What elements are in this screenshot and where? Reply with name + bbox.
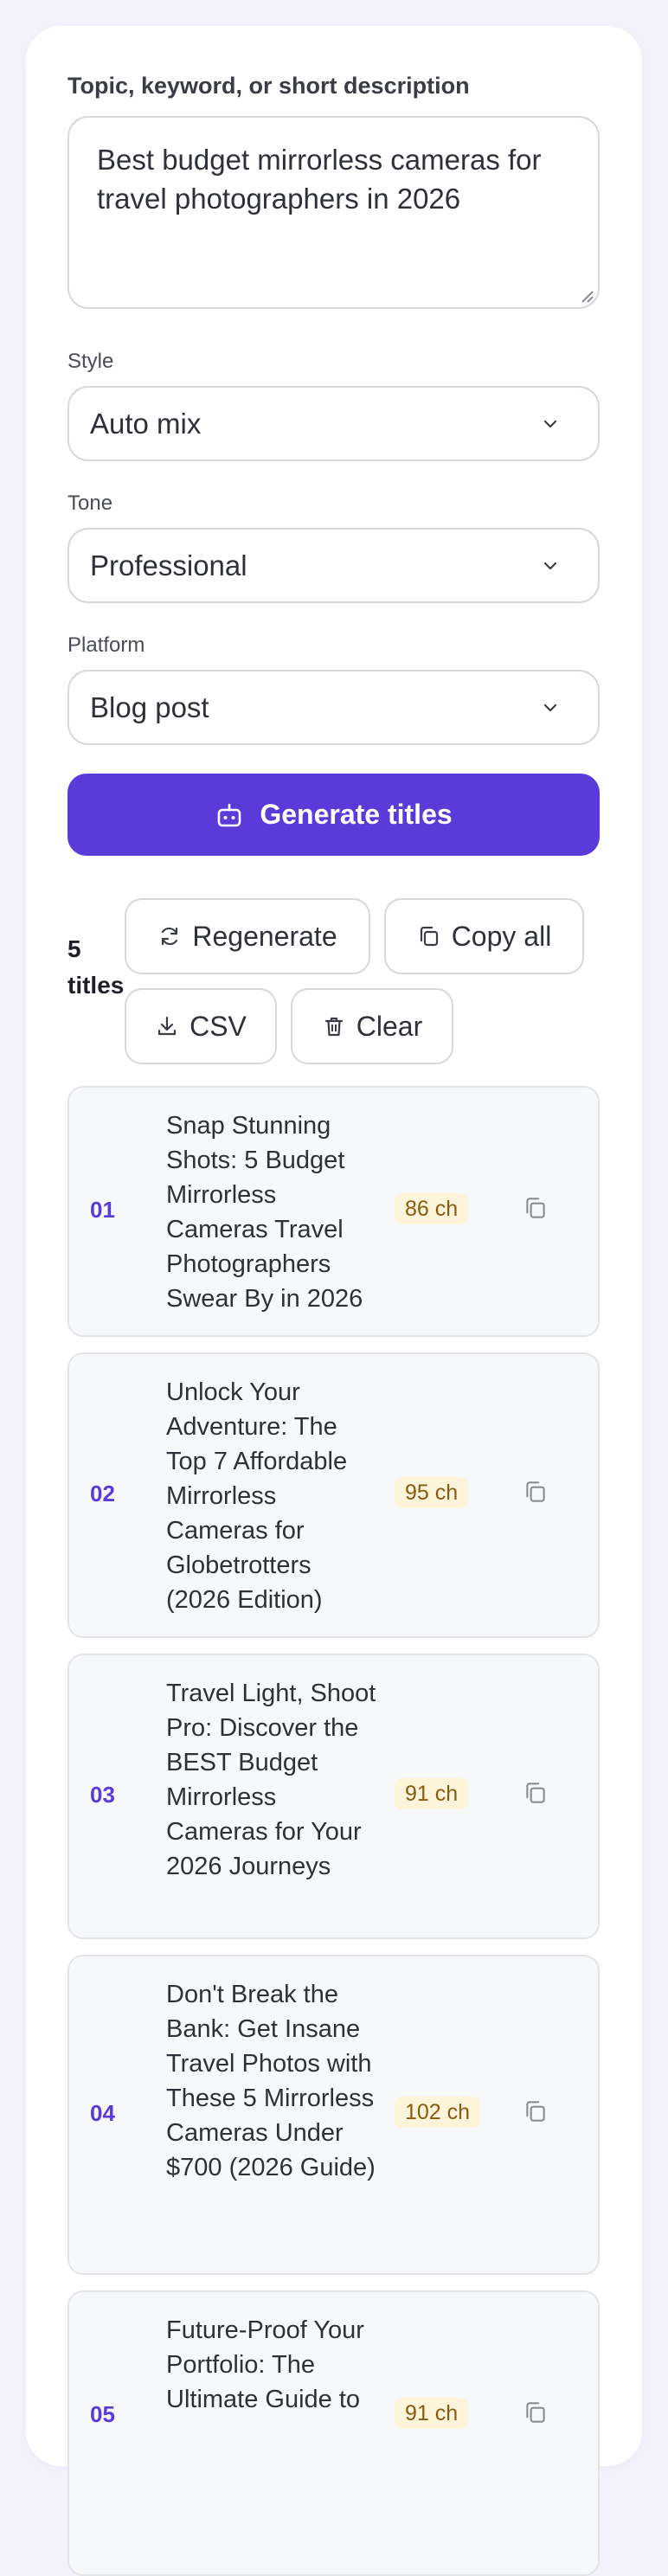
chevron-down-icon	[543, 562, 557, 569]
title-text: Don't Break the Bank: Get Insane Travel …	[166, 1981, 376, 2181]
copy-icon[interactable]	[523, 1780, 549, 1806]
generate-label: Generate titles	[260, 799, 453, 830]
title-item: 04 Don't Break the Bank: Get Insane Trav…	[67, 1955, 600, 2275]
csv-button[interactable]: CSV	[125, 988, 277, 1064]
topic-text: Best budget mirrorless cameras for trave…	[97, 144, 542, 215]
tone-select[interactable]: Professional	[67, 528, 600, 603]
title-number: 04	[90, 2100, 115, 2126]
copy-icon[interactable]	[523, 2098, 549, 2124]
copy-all-label: Copy all	[451, 920, 552, 952]
regenerate-button[interactable]: Regenerate	[125, 898, 370, 974]
chevron-down-icon	[543, 420, 557, 427]
platform-label: Platform	[67, 633, 145, 657]
title-item: 05 Future-Proof Your Portfolio: The Ulti…	[67, 2290, 600, 2576]
generate-titles-button[interactable]: Generate titles	[67, 774, 600, 856]
resize-grip-icon[interactable]	[579, 288, 594, 304]
platform-select[interactable]: Blog post	[67, 670, 600, 745]
char-count-badge: 91 ch	[395, 2398, 469, 2429]
tone-label: Tone	[67, 491, 113, 515]
title-item: 03 Travel Light, Shoot Pro: Discover the…	[67, 1654, 600, 1939]
chevron-down-icon	[543, 703, 557, 711]
style-select[interactable]: Auto mix	[67, 386, 600, 461]
title-item: 02 Unlock Your Adventure: The Top 7 Affo…	[67, 1352, 600, 1638]
style-value: Auto mix	[90, 407, 202, 440]
topic-textarea[interactable]: Best budget mirrorless cameras for trave…	[67, 116, 600, 309]
clear-label: Clear	[356, 1010, 423, 1042]
char-count-badge: 91 ch	[395, 1778, 469, 1809]
robot-icon	[218, 803, 241, 826]
char-count-badge: 95 ch	[395, 1477, 469, 1508]
copy-icon[interactable]	[523, 2399, 549, 2425]
copy-icon	[420, 926, 438, 947]
title-number: 05	[90, 2401, 115, 2427]
clear-button[interactable]: Clear	[291, 988, 453, 1064]
platform-value: Blog post	[90, 691, 209, 723]
title-number: 01	[90, 1197, 115, 1223]
regenerate-label: Regenerate	[192, 920, 337, 952]
title-text: Future-Proof Your Portfolio: The Ultimat…	[166, 2316, 364, 2413]
title-text: Unlock Your Adventure: The Top 7 Afforda…	[166, 1378, 348, 1614]
copy-icon[interactable]	[523, 1479, 549, 1505]
topic-label: Topic, keyword, or short description	[67, 73, 470, 99]
copy-all-button[interactable]: Copy all	[384, 898, 584, 974]
title-text: Snap Stunning Shots: 5 Budget Mirrorless…	[166, 1112, 363, 1313]
refresh-icon	[162, 927, 178, 946]
char-count-badge: 102 ch	[395, 2097, 481, 2128]
title-number: 03	[90, 1782, 115, 1808]
tone-value: Professional	[90, 549, 247, 581]
title-text: Travel Light, Shoot Pro: Discover the BE…	[166, 1680, 376, 1880]
csv-label: CSV	[189, 1010, 247, 1042]
style-label: Style	[67, 350, 114, 373]
title-item: 01 Snap Stunning Shots: 5 Budget Mirrorl…	[67, 1086, 600, 1337]
char-count-badge: 86 ch	[395, 1193, 469, 1224]
download-icon	[157, 1016, 177, 1036]
title-number: 02	[90, 1481, 115, 1506]
copy-icon[interactable]	[523, 1195, 549, 1221]
trash-icon	[324, 1017, 343, 1037]
